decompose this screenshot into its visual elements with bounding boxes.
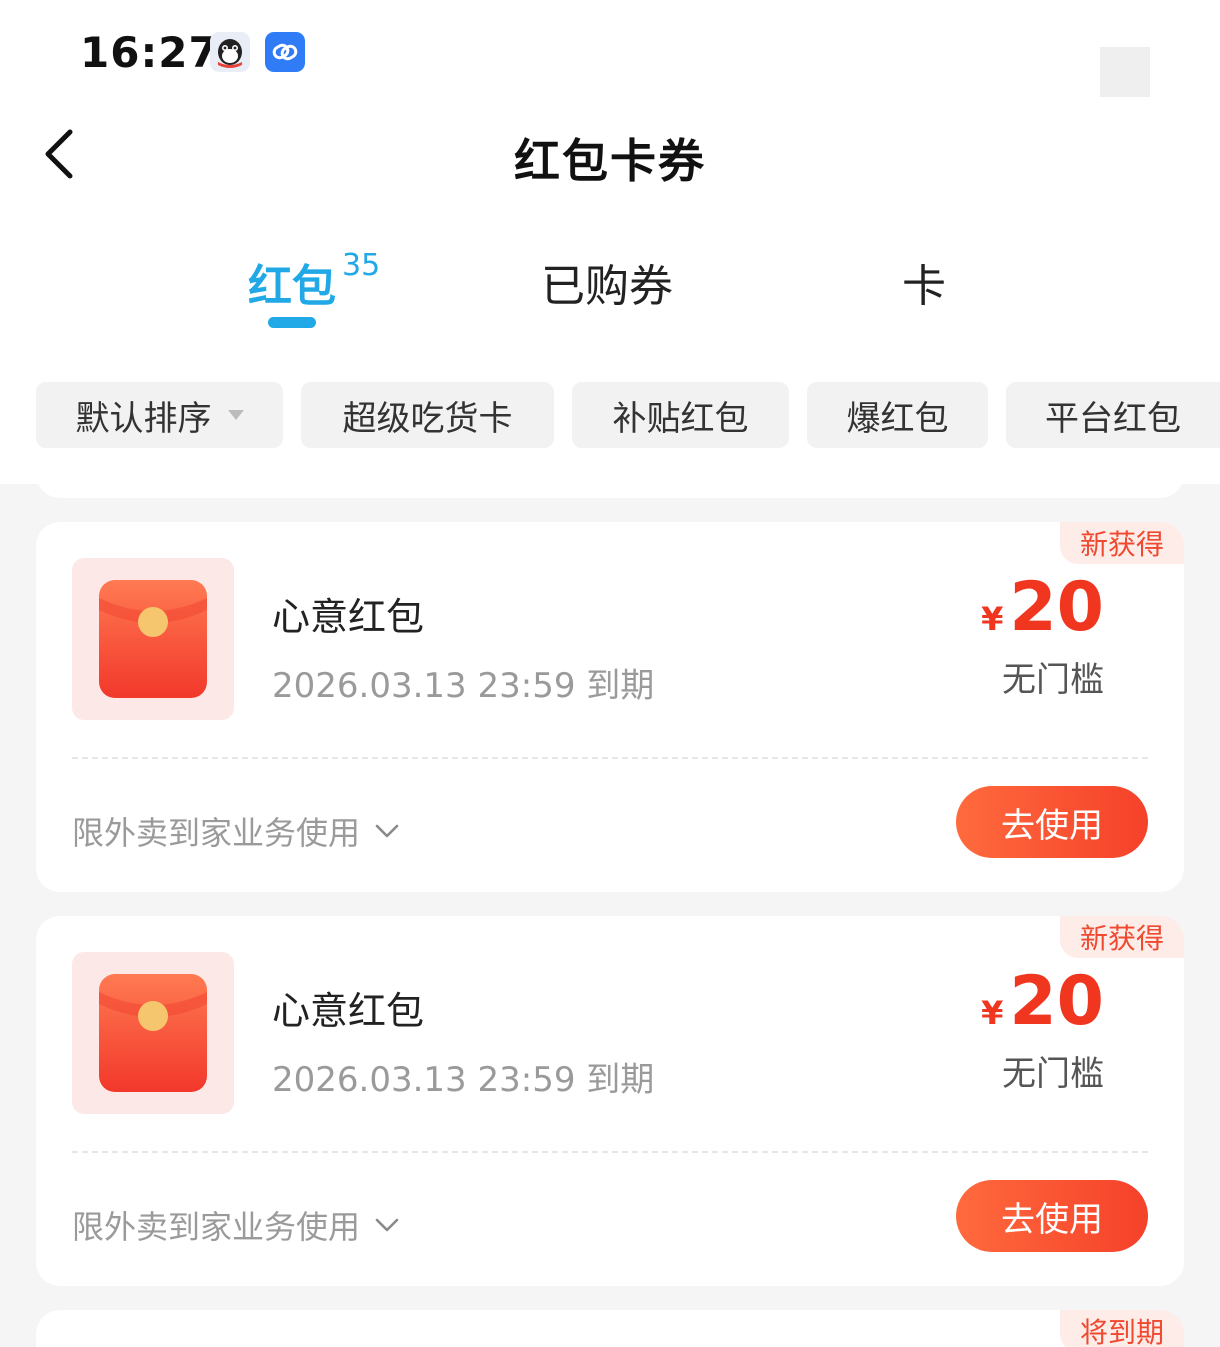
new-badge: 新获得 (1059, 916, 1184, 958)
dashed-divider (72, 1151, 1148, 1153)
expiring-badge: 将到期 (1059, 1310, 1184, 1347)
filter-platform-packet[interactable]: 平台红包 (1006, 382, 1220, 448)
packet-expiry: 2026.03.13 23:59 到期 (272, 1060, 655, 1100)
red-packet-card[interactable]: 新获得 心意红包 2026.03.13 23:59 到期 ¥ 20 无门槛 限外… (36, 916, 1184, 1286)
top-panel: 16:27 红包卡券 红包 35 已购券 卡 默认排序 超级吃货卡 补贴红包 爆… (0, 0, 1220, 484)
chevron-down-icon (375, 1218, 399, 1232)
qq-penguin-icon (210, 32, 250, 72)
usage-scope-text: 限外卖到家业务使用 (72, 814, 361, 852)
usage-scope-text: 限外卖到家业务使用 (72, 1208, 361, 1246)
red-envelope-icon (72, 952, 234, 1114)
usage-threshold: 无门槛 (1002, 660, 1104, 700)
amount-value: 20 (1009, 568, 1104, 647)
use-button[interactable]: 去使用 (956, 786, 1148, 858)
tab-purchased-coupons[interactable]: 已购券 (541, 250, 673, 314)
dashed-divider (72, 757, 1148, 759)
new-badge: 新获得 (1059, 522, 1184, 564)
usage-threshold: 无门槛 (1002, 1054, 1104, 1094)
usage-scope-toggle[interactable]: 限外卖到家业务使用 (72, 808, 400, 854)
use-button[interactable]: 去使用 (956, 1180, 1148, 1252)
currency-symbol: ¥ (981, 994, 1004, 1032)
tab-cards[interactable]: 卡 (902, 250, 946, 314)
packet-amount: ¥ 20 (981, 574, 1104, 642)
filter-subsidy-packet[interactable]: 补贴红包 (572, 382, 789, 448)
tab-red-packets[interactable]: 红包 (248, 250, 336, 314)
active-tab-indicator (268, 317, 316, 328)
packet-amount: ¥ 20 (981, 968, 1104, 1036)
sort-dropdown[interactable]: 默认排序 (36, 382, 283, 448)
status-indicator (1100, 47, 1150, 97)
usage-scope-toggle[interactable]: 限外卖到家业务使用 (72, 1202, 400, 1248)
red-envelope-icon (72, 558, 234, 720)
sort-label: 默认排序 (75, 398, 212, 439)
page-title: 红包卡券 (514, 134, 706, 188)
chevron-down-icon (375, 824, 399, 838)
amount-value: 20 (1009, 962, 1104, 1041)
packet-name: 心意红包 (272, 595, 425, 639)
filter-super-foodie-card[interactable]: 超级吃货卡 (301, 382, 554, 448)
currency-symbol: ¥ (981, 600, 1004, 638)
tab-count-badge: 35 (342, 248, 381, 283)
red-packet-card[interactable]: 将到期 (36, 1310, 1184, 1347)
status-time: 16:27 (80, 28, 219, 77)
link-app-icon (265, 32, 305, 72)
filter-hot-packet[interactable]: 爆红包 (807, 382, 988, 448)
packet-expiry: 2026.03.13 23:59 到期 (272, 666, 655, 706)
red-packet-card[interactable]: 新获得 心意红包 2026.03.13 23:59 到期 ¥ 20 无门槛 限外… (36, 522, 1184, 892)
previous-card-edge (36, 470, 1184, 498)
caret-down-icon (227, 410, 244, 420)
packet-name: 心意红包 (272, 989, 425, 1033)
